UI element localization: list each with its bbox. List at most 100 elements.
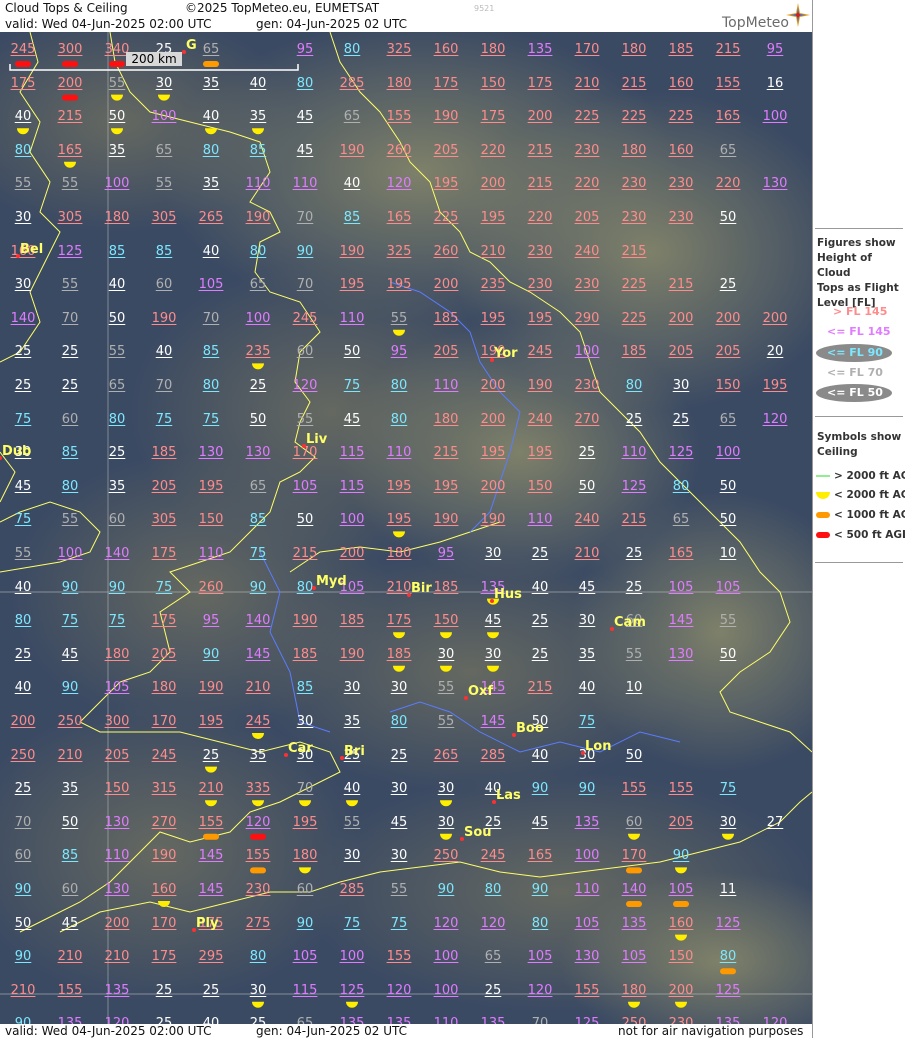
city-label: Yor <box>494 346 518 361</box>
cloud-top-label: 135 <box>339 1016 365 1024</box>
cloud-top-label: 190 <box>151 848 177 864</box>
cloud-top-label: 25 <box>61 378 79 393</box>
city-label: Bir <box>411 581 432 596</box>
line-icon <box>816 475 830 477</box>
cloud-top-label: 90 <box>108 579 126 595</box>
cloud-top-label: 195 <box>386 512 412 528</box>
cloud-top-label: 35 <box>108 478 126 494</box>
cloud-top-label: 155 <box>574 982 600 998</box>
cloud-top-label: 230 <box>527 277 553 293</box>
footer-gen-time: gen: 04-Jun-2025 02 UTC <box>256 1024 408 1038</box>
cloud-top-label: 100 <box>151 109 177 125</box>
ceiling-symbol <box>673 901 689 907</box>
cloud-top-label: 145 <box>480 714 506 729</box>
cloud-top-label: 75 <box>249 546 267 561</box>
cloud-top-label: 260 <box>386 142 412 158</box>
cloud-top-label: 40 <box>14 579 32 595</box>
cloud-top-label: 155 <box>715 75 741 91</box>
cloud-top-label: 80 <box>343 42 361 57</box>
cloud-top-label: 95 <box>202 613 220 629</box>
cloud-top-label: 150 <box>480 75 506 91</box>
cloud-top-label: 65 <box>719 411 737 427</box>
cloud-top-label: 230 <box>245 882 271 897</box>
cloud-top-label: 75 <box>155 579 173 595</box>
cloud-top-label: 50 <box>719 512 737 528</box>
cloud-top-label: 75 <box>202 411 220 427</box>
scale-bar-label: 200 km <box>126 52 182 66</box>
cloud-top-label: 150 <box>198 512 224 528</box>
cloud-top-label: 185 <box>433 579 459 595</box>
cloud-top-label: 180 <box>386 75 412 91</box>
cloud-top-label: 40 <box>249 75 267 91</box>
cloud-top-label: 120 <box>245 814 271 830</box>
cloud-top-label: 180 <box>386 546 412 561</box>
cloud-top-label: 45 <box>531 814 549 830</box>
cloud-top-label: 80 <box>14 142 32 158</box>
cloud-top-label: 205 <box>151 646 177 662</box>
cloud-top-label: 55 <box>61 176 79 192</box>
ceiling-symbol <box>626 867 642 874</box>
cloud-top-label: 95 <box>390 344 408 360</box>
cloud-top-label: 105 <box>292 478 318 494</box>
cloud-top-label: 100 <box>433 982 459 998</box>
cloud-top-label: 16 <box>766 75 784 91</box>
cloud-top-label: 210 <box>10 982 36 998</box>
cloud-top-label: 40 <box>14 680 32 696</box>
city-label: Hus <box>494 587 522 602</box>
cloud-top-label: 215 <box>621 243 647 259</box>
cloud-top-label: 45 <box>296 142 314 158</box>
cloud-top-label: 55 <box>14 546 32 561</box>
cloud-top-label: 35 <box>108 142 126 158</box>
cloud-top-label: 115 <box>292 982 318 998</box>
cloud-top-label: 80 <box>108 411 126 427</box>
cloud-top-label: 130 <box>668 646 694 662</box>
divider <box>815 562 903 563</box>
brand-logo-text: TopMeteo <box>722 15 789 31</box>
cloud-top-label: 155 <box>198 814 224 830</box>
cloud-top-label: 245 <box>480 848 506 864</box>
cloud-top-label: 200 <box>57 75 83 91</box>
cloud-top-label: 45 <box>390 814 408 830</box>
ceiling-symbol <box>628 1001 640 1008</box>
cloud-top-label: 30 <box>437 781 455 797</box>
cloud-top-label: 25 <box>108 445 126 461</box>
cloud-top-label: 90 <box>14 949 32 965</box>
cloud-top-label: 80 <box>531 915 549 931</box>
cloud-top-label: 65 <box>296 1016 314 1024</box>
cloud-top-label: 80 <box>249 243 267 259</box>
cloud-top-label: 170 <box>621 848 647 864</box>
cloud-top-label: 40 <box>531 579 549 595</box>
cloud-top-label: 140 <box>621 882 647 897</box>
cloud-top-label: 150 <box>527 478 553 494</box>
map-area[interactable]: 245 300 340 25 65 95 80 325 160 180 135 170 180 185 21… <box>0 32 812 1024</box>
cloud-top-label: 90 <box>578 781 596 797</box>
cloud-top-label: 55 <box>61 512 79 528</box>
cloud-top-label: 85 <box>108 243 126 259</box>
city-label: Ply <box>196 916 219 931</box>
cloud-top-label: 10 <box>719 546 737 561</box>
cloud-top-label: 230 <box>668 1016 694 1024</box>
cloud-top-label: 225 <box>621 310 647 326</box>
cloud-top-label: 110 <box>198 546 224 561</box>
cloud-top-label: 225 <box>621 109 647 125</box>
cloud-top-label: 175 <box>10 75 36 91</box>
cloud-top-label: 85 <box>296 680 314 696</box>
cloud-top-label: 120 <box>762 411 788 427</box>
cloud-top-label: 45 <box>296 109 314 125</box>
ceiling-symbol <box>203 833 219 840</box>
cloud-top-label: 225 <box>433 210 459 225</box>
legend-fl-above-145: > FL 145 <box>833 305 888 318</box>
cloud-top-label: 120 <box>104 1016 130 1024</box>
cloud-top-label: 90 <box>14 1016 32 1024</box>
cloud-top-label: 30 <box>437 814 455 830</box>
cloud-top-label: 95 <box>437 546 455 561</box>
cloud-top-label: 100 <box>104 176 130 192</box>
cloud-top-label: 135 <box>527 42 553 57</box>
cloud-top-label: 30 <box>437 646 455 662</box>
cloud-top-label: 80 <box>249 949 267 965</box>
cloud-top-label: 230 <box>621 210 647 225</box>
cloud-top-label: 200 <box>527 109 553 125</box>
ceiling-symbol <box>722 833 734 840</box>
cloud-top-label: 30 <box>343 680 361 696</box>
ceiling-symbol <box>158 901 170 907</box>
